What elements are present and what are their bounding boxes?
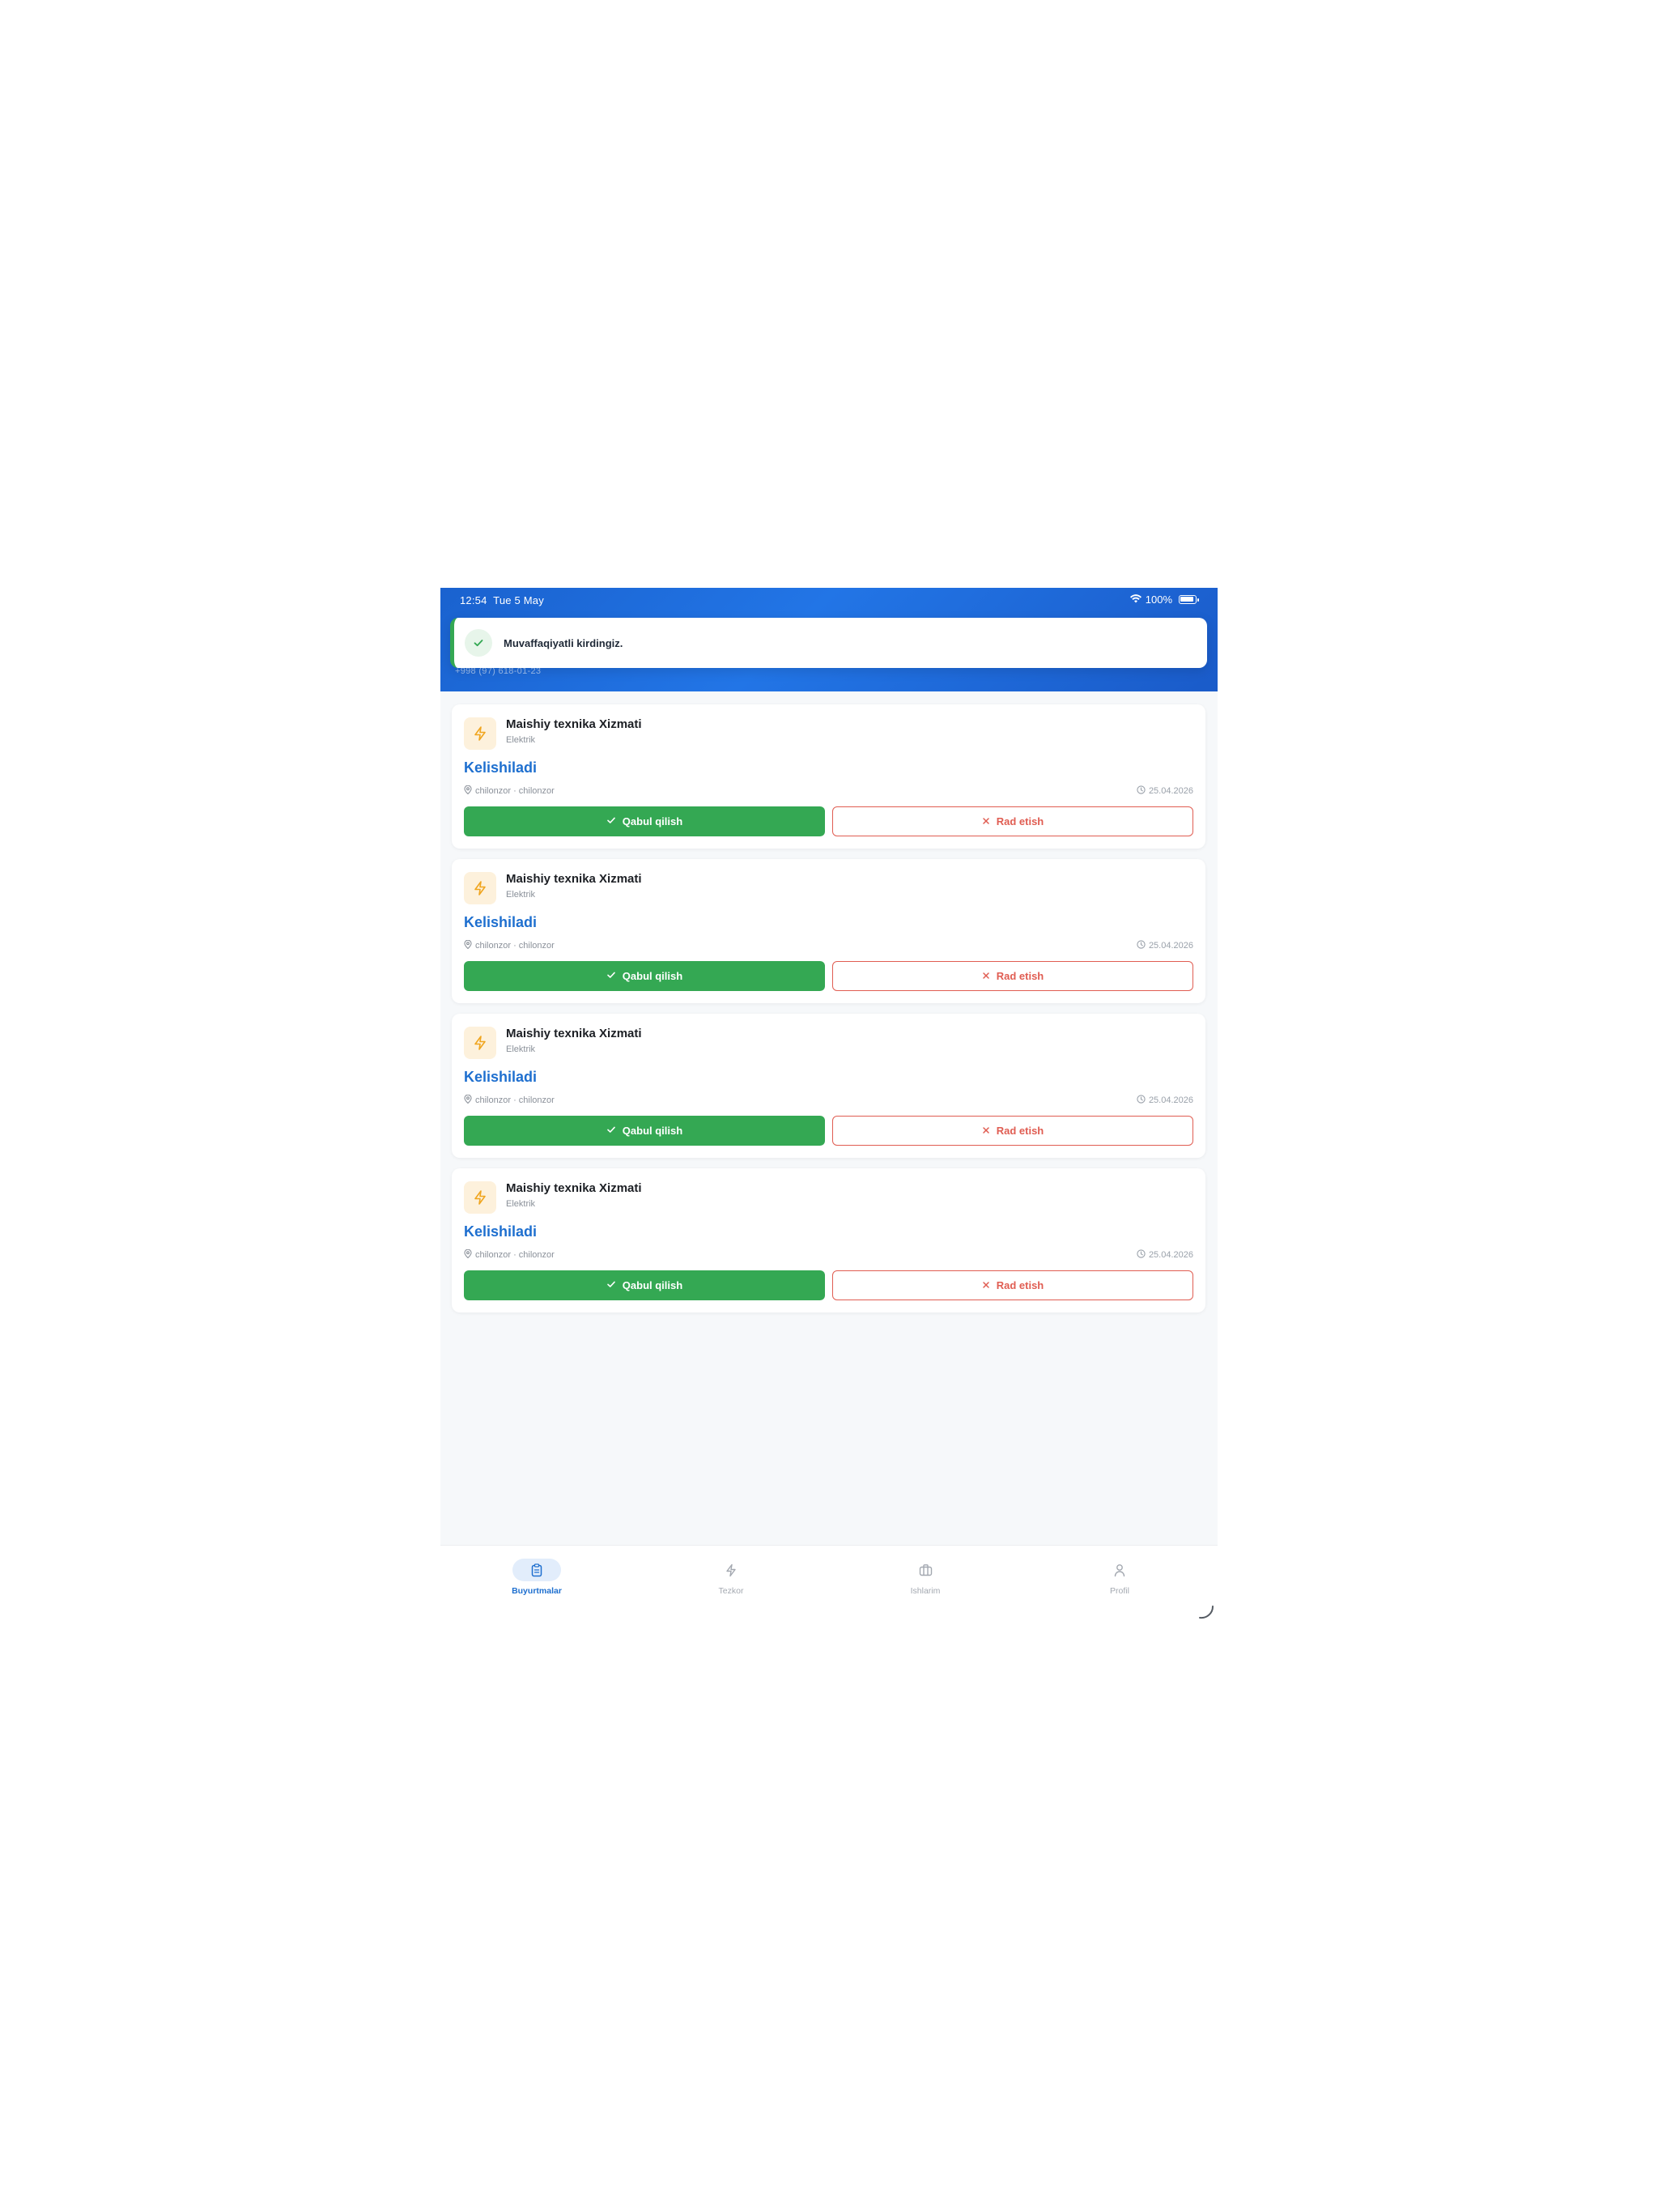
lightning-icon [464,872,496,904]
location-row: chilonzor · chilonzor [464,1094,555,1106]
check-icon [606,1279,616,1291]
clock-icon [1137,940,1146,951]
order-date: 25.04.2026 [1148,941,1193,951]
location-row: chilonzor · chilonzor [464,1249,555,1261]
success-toast[interactable]: Muvaffaqiyatli kirdingiz. [450,618,1207,668]
check-icon [606,815,616,827]
location-row: chilonzor · chilonzor [464,785,555,797]
accept-label: Qabul qilish [622,815,683,827]
accept-button[interactable]: Qabul qilish [464,961,825,991]
reject-button[interactable]: Rad etish [832,961,1193,991]
order-card[interactable]: Maishiy texnika Xizmati Elektrik Kelishi… [452,1014,1205,1158]
lightning-icon [464,1027,496,1059]
accept-button[interactable]: Qabul qilish [464,1116,825,1146]
price-label: Kelishiladi [464,1223,538,1240]
location-pin-icon [464,1094,472,1106]
price-label: Kelishiladi [464,1069,538,1085]
check-icon [606,970,616,982]
accept-label: Qabul qilish [622,1125,683,1137]
location-text: chilonzor · chilonzor [475,941,555,951]
status-date: Tue 5 May [493,594,544,606]
nav-label: Profil [1110,1586,1129,1596]
reject-label: Rad etish [996,1125,1044,1137]
clock-icon [1137,1095,1146,1106]
location-pin-icon [464,939,472,951]
reject-button[interactable]: Rad etish [832,806,1193,836]
reject-label: Rad etish [996,1279,1044,1291]
accept-button[interactable]: Qabul qilish [464,806,825,836]
date-row: 25.04.2026 [1137,1249,1193,1261]
order-date: 25.04.2026 [1148,1095,1193,1105]
nav-item-profil[interactable]: Profil [1071,1559,1168,1607]
location-pin-icon [464,785,472,797]
header: 12:54 Tue 5 May 100% +998 (97) 618-01-23… [440,588,1218,691]
reject-button[interactable]: Rad etish [832,1270,1193,1300]
lightning-icon [707,1559,755,1581]
battery-icon [1179,595,1199,604]
person-icon [1095,1559,1144,1581]
service-category: Elektrik [506,1044,536,1054]
clock-icon [1137,1249,1146,1261]
service-name: Maishiy texnika Xizmati [506,717,642,731]
order-date: 25.04.2026 [1148,786,1193,796]
toast-message: Muvaffaqiyatli kirdingiz. [504,637,623,649]
service-name: Maishiy texnika Xizmati [506,1027,642,1040]
battery-percent: 100% [1145,593,1172,606]
price-label: Kelishiladi [464,759,538,776]
close-icon [982,970,990,982]
service-name: Maishiy texnika Xizmati [506,1181,642,1195]
service-category: Elektrik [506,1199,536,1209]
service-name: Maishiy texnika Xizmati [506,872,642,886]
service-category: Elektrik [506,735,536,745]
clock-icon [1137,785,1146,797]
nav-label: Tezkor [718,1586,744,1596]
nav-label: Ishlarim [910,1586,941,1596]
accept-label: Qabul qilish [622,1279,683,1291]
price-label: Kelishiladi [464,914,538,930]
app-screen: 12:54 Tue 5 May 100% +998 (97) 618-01-23… [440,588,1218,1624]
date-row: 25.04.2026 [1137,1095,1193,1106]
clipboard-icon [512,1559,561,1581]
nav-item-ishlarim[interactable]: Ishlarim [877,1559,974,1607]
service-category: Elektrik [506,890,536,900]
order-card[interactable]: Maishiy texnika Xizmati Elektrik Kelishi… [452,1168,1205,1312]
nav-item-buyurtmalar[interactable]: Buyurtmalar [488,1559,585,1607]
briefcase-icon [901,1559,950,1581]
reject-label: Rad etish [996,815,1044,827]
accept-button[interactable]: Qabul qilish [464,1270,825,1300]
bottom-nav: Buyurtmalar Tezkor Ishlarim Profil [440,1545,1218,1624]
close-icon [982,1279,990,1291]
accept-label: Qabul qilish [622,970,683,982]
location-text: chilonzor · chilonzor [475,1095,555,1105]
lightning-icon [464,1181,496,1214]
lightning-icon [464,717,496,750]
status-bar: 12:54 Tue 5 May 100% [440,588,1218,612]
date-row: 25.04.2026 [1137,940,1193,951]
nav-label: Buyurtmalar [512,1586,562,1596]
location-row: chilonzor · chilonzor [464,939,555,951]
location-text: chilonzor · chilonzor [475,786,555,796]
location-text: chilonzor · chilonzor [475,1250,555,1260]
nav-item-tezkor[interactable]: Tezkor [682,1559,780,1607]
check-icon [606,1125,616,1137]
close-icon [982,815,990,827]
wifi-icon [1129,593,1141,606]
status-time: 12:54 Tue 5 May [460,594,544,606]
order-card[interactable]: Maishiy texnika Xizmati Elektrik Kelishi… [452,704,1205,849]
check-icon [465,629,492,657]
reject-label: Rad etish [996,970,1044,982]
order-date: 25.04.2026 [1148,1250,1193,1260]
date-row: 25.04.2026 [1137,785,1193,797]
loading-spinner-icon [1197,1603,1216,1624]
status-right: 100% [1129,593,1199,606]
order-card[interactable]: Maishiy texnika Xizmati Elektrik Kelishi… [452,859,1205,1003]
reject-button[interactable]: Rad etish [832,1116,1193,1146]
status-clock: 12:54 [460,594,487,606]
location-pin-icon [464,1249,472,1261]
close-icon [982,1125,990,1137]
